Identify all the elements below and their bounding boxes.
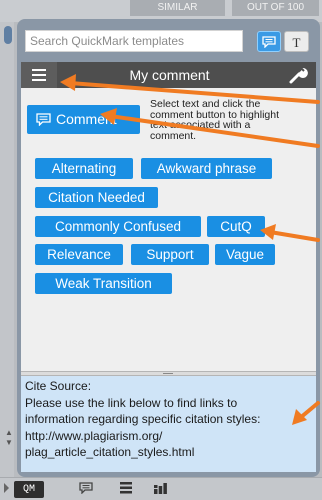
panel-title: My comment — [129, 67, 210, 83]
scroll-down-icon[interactable]: ▼ — [5, 438, 15, 448]
quickmark-button[interactable]: QM — [14, 481, 44, 498]
hint-line: Select text and click the — [150, 98, 261, 110]
comment-body: Comment Select text and click the commen… — [21, 88, 316, 371]
tag-cutq[interactable]: CutQ — [207, 216, 265, 237]
left-scroll-handle[interactable] — [4, 26, 12, 44]
speech-bubble-icon — [262, 36, 276, 49]
hint-line: comment. — [150, 129, 197, 142]
tag-commonly-confused[interactable]: Commonly Confused — [35, 216, 201, 237]
comment-button[interactable]: Comment — [27, 105, 140, 134]
tag-citation-needed[interactable]: Citation Needed — [35, 187, 158, 208]
background-tab-similar[interactable]: SIMILAR — [130, 0, 225, 16]
search-row: T — [25, 30, 315, 56]
tag-support[interactable]: Support — [131, 244, 209, 265]
wrench-icon[interactable] — [288, 65, 308, 85]
description-line: Cite Source: — [25, 379, 92, 393]
expand-triangle-icon[interactable] — [4, 483, 9, 493]
grid-icon[interactable] — [154, 482, 167, 494]
comment-button-label: Comment — [56, 111, 117, 127]
panel-header: My comment — [21, 62, 316, 88]
description-line: information regarding specific citation … — [25, 412, 261, 426]
hamburger-icon[interactable] — [21, 62, 57, 88]
quickmark-description: Cite Source: Please use the link below t… — [21, 376, 316, 472]
background-tab-out-of[interactable]: OUT OF 100 — [232, 0, 319, 16]
tag-awkward-phrase[interactable]: Awkward phrase — [141, 158, 272, 179]
left-scroll-strip — [0, 22, 14, 477]
search-input[interactable] — [25, 30, 243, 52]
scroll-arrows[interactable]: ▲ ▼ — [5, 428, 15, 450]
description-link[interactable]: plag_article_citation_styles.html — [25, 444, 313, 461]
tag-alternating[interactable]: Alternating — [35, 158, 133, 179]
comment-hint: Select text and click the comment button… — [150, 99, 315, 141]
speech-bubble-icon — [36, 113, 51, 126]
description-line: Please use the link below to find links … — [25, 395, 238, 410]
tag-relevance[interactable]: Relevance — [35, 244, 123, 265]
scroll-up-icon[interactable]: ▲ — [5, 428, 15, 438]
hint-line: text associated with a — [150, 119, 251, 131]
comment-mode-toggle[interactable] — [257, 31, 281, 52]
description-link[interactable]: http://www.plagiarism.org/ — [25, 428, 313, 445]
tag-weak-transition[interactable]: Weak Transition — [35, 273, 172, 294]
list-icon[interactable] — [120, 482, 132, 494]
tag-vague[interactable]: Vague — [215, 244, 275, 265]
text-mode-toggle[interactable]: T — [284, 31, 309, 52]
speech-bubble-icon[interactable] — [79, 482, 93, 494]
